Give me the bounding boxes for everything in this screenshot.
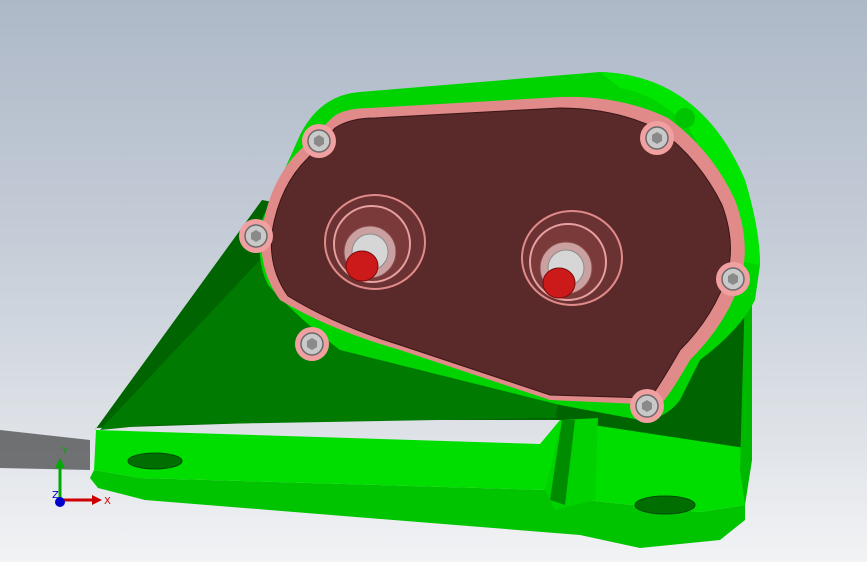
- output-shaft-boss[interactable]: [521, 210, 623, 306]
- shaft-right-icon[interactable]: [542, 267, 576, 299]
- shaft-left-icon[interactable]: [345, 250, 379, 282]
- bolt-icon[interactable]: [675, 108, 695, 128]
- bolt-icon[interactable]: [239, 219, 273, 253]
- bolt-icon[interactable]: [295, 327, 329, 361]
- y-arrow-icon: [55, 458, 65, 468]
- y-axis-label: Y: [61, 446, 69, 457]
- coordinate-triad[interactable]: Y X Z: [42, 438, 122, 518]
- x-arrow-icon: [92, 495, 102, 505]
- input-shaft-boss[interactable]: [324, 194, 426, 290]
- bolt-icon[interactable]: [302, 124, 336, 158]
- z-axis-label: Z: [52, 490, 59, 501]
- graphics-viewport[interactable]: Y X Z: [0, 0, 867, 562]
- mount-hole-right[interactable]: [634, 495, 696, 515]
- bolt-icon[interactable]: [630, 389, 664, 423]
- mount-hole-left[interactable]: [127, 452, 183, 470]
- gearbox-model[interactable]: [0, 0, 867, 562]
- bolt-icon[interactable]: [640, 121, 674, 155]
- x-axis-label: X: [104, 496, 111, 507]
- bolt-icon[interactable]: [716, 262, 750, 296]
